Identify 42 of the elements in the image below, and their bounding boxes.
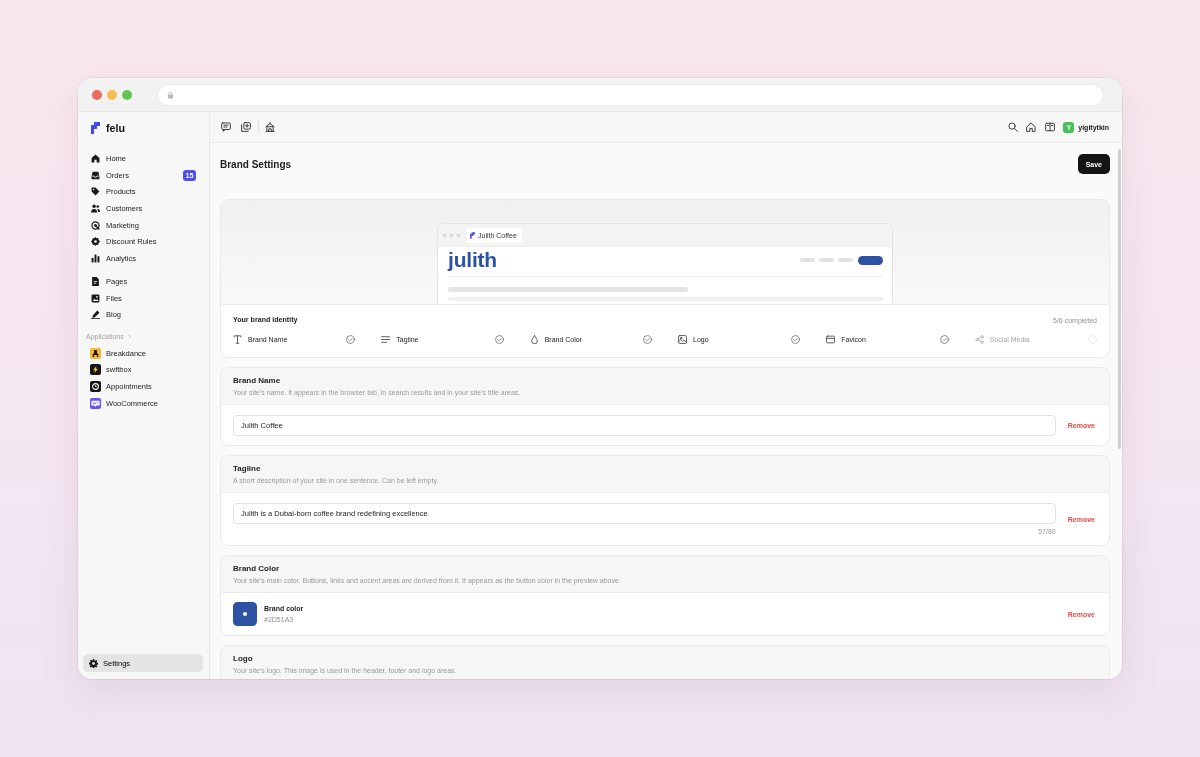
tag-icon <box>91 187 100 197</box>
image-icon <box>91 293 100 303</box>
logo-icon <box>91 122 100 134</box>
badge-icon <box>91 237 100 247</box>
share-icon <box>974 334 984 344</box>
button-placeholder <box>858 255 883 265</box>
clock-tile-icon <box>90 380 101 392</box>
site-logo: julith <box>448 250 497 270</box>
page-title: Brand Settings <box>220 158 292 170</box>
droplet-icon <box>529 334 539 344</box>
lines-icon <box>381 334 391 344</box>
file-icon <box>91 276 100 286</box>
gear-icon <box>89 658 98 668</box>
text-icon <box>233 334 242 344</box>
image-icon <box>678 334 687 344</box>
card-title: Logo <box>233 654 254 664</box>
bolt-tile-icon <box>90 364 101 376</box>
card-title: Brand Color <box>233 564 281 574</box>
book-icon[interactable] <box>1045 122 1056 132</box>
building-icon[interactable] <box>265 122 275 132</box>
search-icon[interactable] <box>1008 122 1019 132</box>
pen-icon <box>91 310 100 320</box>
home-icon[interactable] <box>1026 122 1037 132</box>
scrollbar-thumb[interactable] <box>1118 149 1121 449</box>
copy-icon[interactable] <box>241 122 251 132</box>
bar-chart-icon <box>91 253 100 263</box>
figure-tile-icon <box>90 347 101 359</box>
chat-icon[interactable] <box>221 122 231 132</box>
card-title: Brand Name <box>233 376 282 386</box>
card-title: Tagline <box>233 464 262 474</box>
target-icon <box>91 220 100 230</box>
window-icon <box>826 334 836 344</box>
lock-icon <box>167 90 174 99</box>
home-icon <box>91 154 100 164</box>
users-icon <box>91 204 100 214</box>
bubble-tile-icon <box>90 397 101 409</box>
logo-icon <box>470 231 475 239</box>
chevron-icon <box>126 333 132 339</box>
inbox-icon <box>91 170 100 180</box>
close-button[interactable] <box>92 89 102 100</box>
color-swatch-icon[interactable] <box>233 602 257 626</box>
brand-name: felu <box>106 122 125 134</box>
